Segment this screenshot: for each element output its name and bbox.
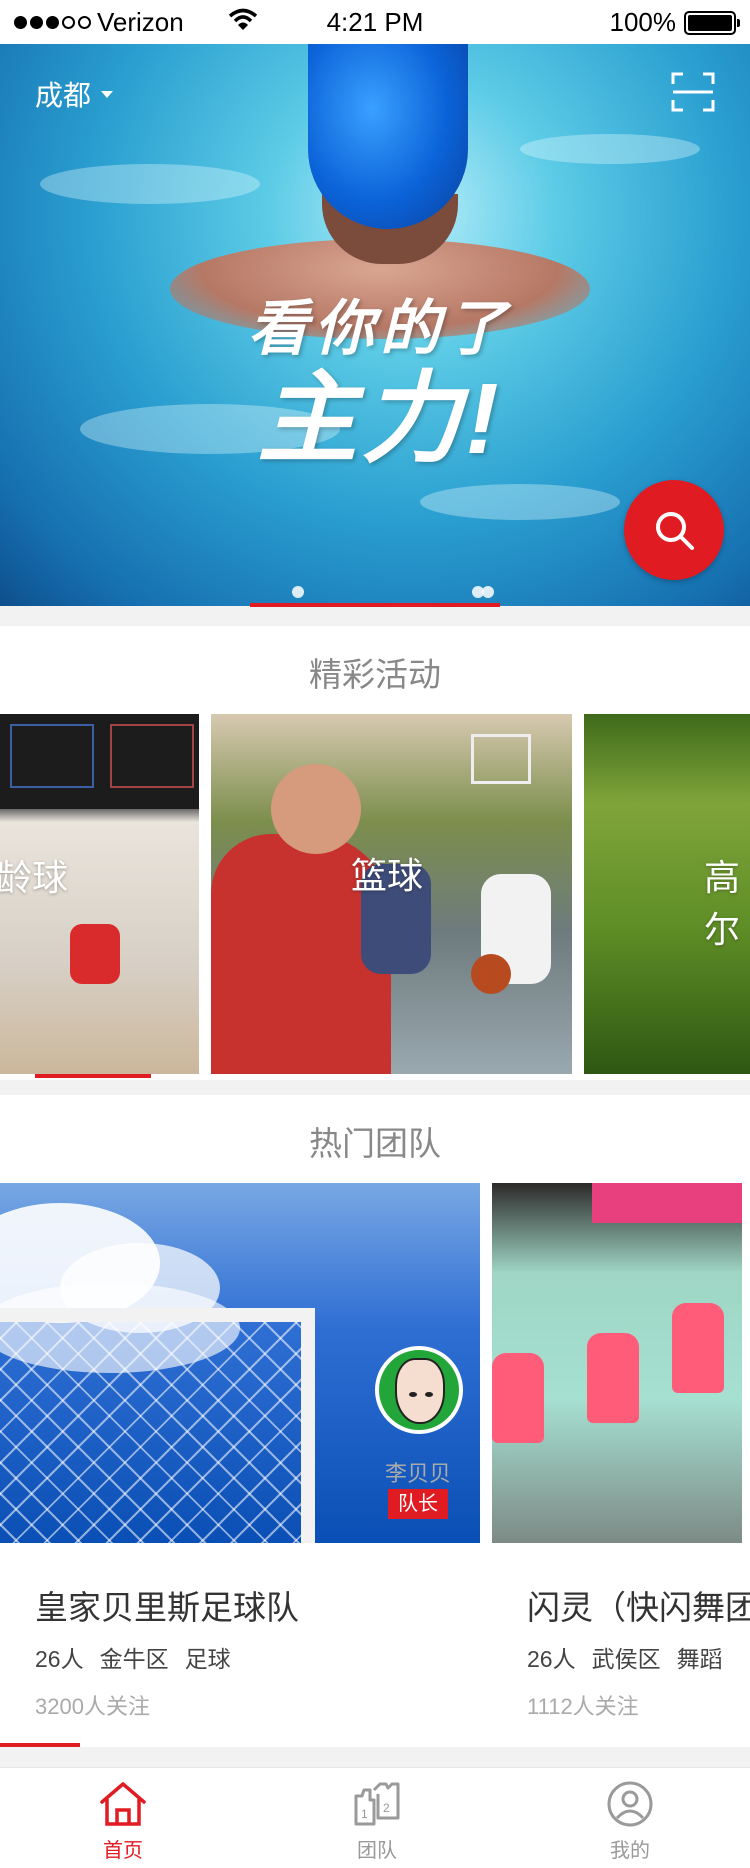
hero-banner[interactable]: 成都 看你的了 主力! bbox=[0, 44, 750, 606]
tab-label: 团队 bbox=[357, 1840, 397, 1862]
basketball-hoop-image bbox=[471, 734, 531, 784]
team-sport: 舞蹈 bbox=[676, 1646, 723, 1672]
battery-group: 100% bbox=[609, 7, 740, 38]
swimmer-cap-image bbox=[308, 44, 468, 229]
slogan-line-1: 看你的了 bbox=[248, 295, 512, 362]
svg-text:1: 1 bbox=[361, 1807, 368, 1821]
tab-home[interactable]: 首页 bbox=[63, 1780, 183, 1863]
captain-avatar[interactable] bbox=[375, 1346, 463, 1434]
bowler-image bbox=[70, 924, 120, 984]
stage-banner-image bbox=[592, 1183, 742, 1223]
team-meta: 26人 金牛区 足球 bbox=[35, 1640, 231, 1674]
team-members: 26人 bbox=[527, 1646, 576, 1672]
teams-section: 热门团队 皇家贝里斯足球队 26人 金牛区 足球 3200人关注 闪灵（快闪舞团… bbox=[0, 1095, 750, 1747]
search-button[interactable] bbox=[624, 480, 724, 580]
team-followers: 1112人关注 bbox=[527, 1694, 639, 1719]
user-profile-icon bbox=[607, 1781, 653, 1827]
team-sport: 足球 bbox=[184, 1646, 231, 1672]
team-jersey-icon: 2 1 bbox=[354, 1782, 400, 1826]
activity-label: 篮球 bbox=[351, 855, 424, 896]
team-meta: 26人 武侯区 舞蹈 bbox=[527, 1640, 723, 1674]
activities-scroll-indicator bbox=[35, 1074, 151, 1078]
team-cover-image bbox=[492, 1183, 742, 1543]
activity-label: 龄球 bbox=[0, 857, 69, 898]
carousel-indicator bbox=[0, 586, 750, 598]
city-selector[interactable]: 成都 bbox=[35, 74, 114, 114]
team-district: 武侯区 bbox=[591, 1646, 661, 1672]
tab-label: 首页 bbox=[103, 1840, 143, 1862]
team-district: 金牛区 bbox=[99, 1646, 169, 1672]
carousel-dot[interactable] bbox=[482, 586, 494, 598]
teams-title: 热门团队 bbox=[309, 1125, 441, 1162]
activity-label: 高尔 bbox=[704, 857, 741, 950]
team-name: 闪灵（快闪舞团 bbox=[527, 1589, 750, 1626]
activity-card-golf[interactable]: 高尔 bbox=[584, 714, 750, 1074]
activity-card-bowling[interactable]: 龄球 bbox=[0, 714, 199, 1074]
team-followers: 3200人关注 bbox=[35, 1694, 150, 1719]
team-name: 皇家贝里斯足球队 bbox=[35, 1589, 299, 1626]
tab-team[interactable]: 2 1 团队 bbox=[317, 1780, 437, 1863]
hero-slogan: 看你的了 主力! bbox=[210, 294, 550, 474]
carousel-dot[interactable] bbox=[292, 586, 304, 598]
status-bar: Verizon 4:21 PM 100% bbox=[0, 0, 750, 44]
scan-icon[interactable] bbox=[671, 72, 715, 112]
captain-badge: 队长 bbox=[388, 1489, 448, 1519]
basketball-image bbox=[471, 954, 511, 994]
city-name: 成都 bbox=[35, 80, 92, 111]
caret-down-icon bbox=[101, 90, 114, 98]
battery-percent: 100% bbox=[609, 7, 677, 37]
activities-title: 精彩活动 bbox=[309, 656, 441, 693]
captain-name: 李贝贝 bbox=[384, 1461, 451, 1486]
slogan-line-2: 主力! bbox=[257, 363, 503, 475]
activities-section: 精彩活动 龄球 篮球 高尔 bbox=[0, 626, 750, 1080]
battery-icon bbox=[684, 10, 740, 35]
bowling-scoreboard-image bbox=[0, 714, 199, 809]
team-members: 26人 bbox=[35, 1646, 84, 1672]
bottom-tab-bar: 首页 2 1 团队 我的 bbox=[0, 1767, 750, 1868]
search-icon bbox=[656, 512, 694, 550]
activity-card-basketball[interactable]: 篮球 bbox=[211, 714, 572, 1074]
home-icon bbox=[100, 1782, 146, 1826]
svg-text:2: 2 bbox=[383, 1801, 390, 1815]
tab-mine[interactable]: 我的 bbox=[570, 1780, 690, 1863]
tab-label: 我的 bbox=[610, 1840, 650, 1862]
teams-scroll-indicator bbox=[0, 1743, 80, 1747]
hero-scroll-indicator bbox=[250, 603, 500, 607]
soccer-goal-image bbox=[0, 1308, 315, 1543]
